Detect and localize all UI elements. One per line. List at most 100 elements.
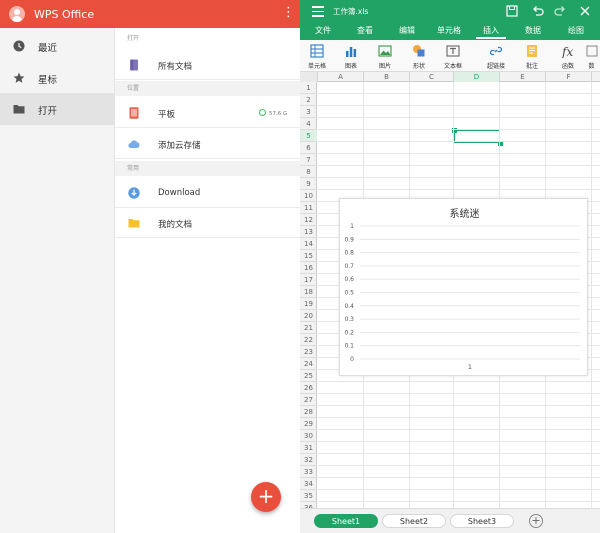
menu-icon[interactable] <box>312 6 324 17</box>
sheet-tab-3[interactable]: Sheet3 <box>450 514 514 528</box>
grid-row-line <box>318 93 600 94</box>
undo-icon[interactable] <box>531 4 545 18</box>
tab-insert[interactable]: 插入 <box>470 22 512 40</box>
row-header[interactable]: 19 <box>300 298 317 310</box>
tab-draw[interactable]: 绘图 <box>554 22 598 40</box>
row-header[interactable]: 24 <box>300 358 317 370</box>
add-sheet-icon[interactable]: + <box>529 514 543 528</box>
row-header[interactable]: 18 <box>300 286 317 298</box>
row-header[interactable]: 23 <box>300 346 317 358</box>
row-header[interactable]: 1 <box>300 82 317 94</box>
row-header[interactable]: 15 <box>300 250 317 262</box>
column-header-d[interactable]: D <box>454 72 500 82</box>
tab-data[interactable]: 数据 <box>512 22 554 40</box>
cloud-icon <box>128 140 140 149</box>
insert-shape-button[interactable]: 形状 <box>402 40 436 72</box>
row-header[interactable]: 2 <box>300 94 317 106</box>
insert-cell-button[interactable]: 单元格 <box>300 40 334 72</box>
row-header[interactable]: 35 <box>300 490 317 502</box>
row-header[interactable]: 7 <box>300 154 317 166</box>
row-header[interactable]: 31 <box>300 442 317 454</box>
grid-row-line <box>318 429 600 430</box>
column-header-e[interactable]: E <box>500 72 546 82</box>
row-header[interactable]: 27 <box>300 394 317 406</box>
row-header[interactable]: 33 <box>300 466 317 478</box>
tab-view[interactable]: 查看 <box>344 22 386 40</box>
app-header: WPS Office ⋮ <box>0 0 300 28</box>
wps-file-manager: WPS Office ⋮ 最近 星标 打开 打开 所有文档 位置 平板 57.6… <box>0 0 300 533</box>
sidebar-item-starred[interactable]: 星标 <box>0 62 114 94</box>
y-tick-label: 0.6 <box>344 276 354 283</box>
tab-cell[interactable]: 单元格 <box>428 22 470 40</box>
y-tick-label: 0.5 <box>344 290 354 297</box>
row-header[interactable]: 14 <box>300 238 317 250</box>
row-header[interactable]: 28 <box>300 406 317 418</box>
list-item-tablet[interactable]: 平板 57.6 G <box>115 98 300 128</box>
row-header[interactable]: 5 <box>300 130 317 142</box>
sheet-tab-1[interactable]: Sheet1 <box>314 514 378 528</box>
insert-chart-button[interactable]: 图表 <box>334 40 368 72</box>
close-icon[interactable] <box>578 4 592 18</box>
row-header[interactable]: 17 <box>300 274 317 286</box>
select-all-corner[interactable] <box>300 72 318 82</box>
list-item-add-cloud[interactable]: 添加云存储 <box>115 129 300 159</box>
row-header[interactable]: 9 <box>300 178 317 190</box>
y-tick-label: 0.7 <box>344 263 354 270</box>
list-item-download[interactable]: Download <box>115 178 300 208</box>
function-icon: fx <box>561 45 573 58</box>
row-header[interactable]: 26 <box>300 382 317 394</box>
row-header[interactable]: 30 <box>300 430 317 442</box>
insert-hyperlink-button[interactable]: 超链接 <box>479 40 513 72</box>
y-tick-label: 0.2 <box>344 329 354 336</box>
list-item-my-documents[interactable]: 我的文档 <box>115 208 300 238</box>
file-name: 工作簿.xls <box>333 7 369 16</box>
new-document-fab[interactable]: + <box>251 482 281 512</box>
row-header[interactable]: 8 <box>300 166 317 178</box>
insert-number-button[interactable]: 数 <box>583 40 600 72</box>
ribbon-label: 批注 <box>525 63 538 70</box>
row-header[interactable]: 4 <box>300 118 317 130</box>
row-header[interactable]: 16 <box>300 262 317 274</box>
sidebar-item-open[interactable]: 打开 <box>0 93 114 125</box>
insert-comment-button[interactable]: 批注 <box>515 40 549 72</box>
row-header[interactable]: 29 <box>300 418 317 430</box>
spreadsheet-titlebar: 工作簿.xls <box>300 0 600 22</box>
insert-cell-icon <box>310 44 324 58</box>
chart[interactable]: 系统迷 0 0.1 0.2 0.3 0.4 0.5 0.6 0.7 0.8 0.9 1 1 <box>339 198 588 376</box>
column-header-b[interactable]: B <box>364 72 410 82</box>
column-header-f[interactable]: F <box>546 72 592 82</box>
insert-textbox-button[interactable]: 文本框 <box>436 40 470 72</box>
insert-function-button[interactable]: fx 函数 <box>551 40 585 72</box>
list-item-all-documents[interactable]: 所有文档 <box>115 50 300 80</box>
row-header[interactable]: 34 <box>300 478 317 490</box>
tab-edit[interactable]: 编辑 <box>386 22 428 40</box>
y-tick-label: 0 <box>350 356 354 363</box>
row-header[interactable]: 6 <box>300 142 317 154</box>
number-icon <box>586 45 598 57</box>
row-header[interactable]: 32 <box>300 454 317 466</box>
row-header[interactable]: 12 <box>300 214 317 226</box>
user-avatar-icon[interactable] <box>9 6 25 22</box>
row-header[interactable]: 22 <box>300 334 317 346</box>
tab-file[interactable]: 文件 <box>302 22 344 40</box>
sheet-tab-2[interactable]: Sheet2 <box>382 514 446 528</box>
row-header[interactable]: 10 <box>300 190 317 202</box>
redo-icon[interactable] <box>553 4 567 18</box>
insert-picture-button[interactable]: 图片 <box>368 40 402 72</box>
column-header-a[interactable]: A <box>318 72 364 82</box>
sidebar: 最近 星标 打开 <box>0 28 115 533</box>
row-header[interactable]: 25 <box>300 370 317 382</box>
row-header[interactable]: 13 <box>300 226 317 238</box>
column-header-c[interactable]: C <box>410 72 454 82</box>
row-header[interactable]: 21 <box>300 322 317 334</box>
save-icon[interactable] <box>505 4 519 18</box>
row-header[interactable]: 20 <box>300 310 317 322</box>
row-header[interactable]: 11 <box>300 202 317 214</box>
more-menu-icon[interactable]: ⋮ <box>282 6 295 21</box>
folder-icon <box>13 105 25 114</box>
grid-row-line <box>318 393 600 394</box>
storage-ring-icon <box>259 109 266 116</box>
grid-row-line <box>318 141 600 142</box>
row-header[interactable]: 3 <box>300 106 317 118</box>
sidebar-item-recent[interactable]: 最近 <box>0 30 114 62</box>
